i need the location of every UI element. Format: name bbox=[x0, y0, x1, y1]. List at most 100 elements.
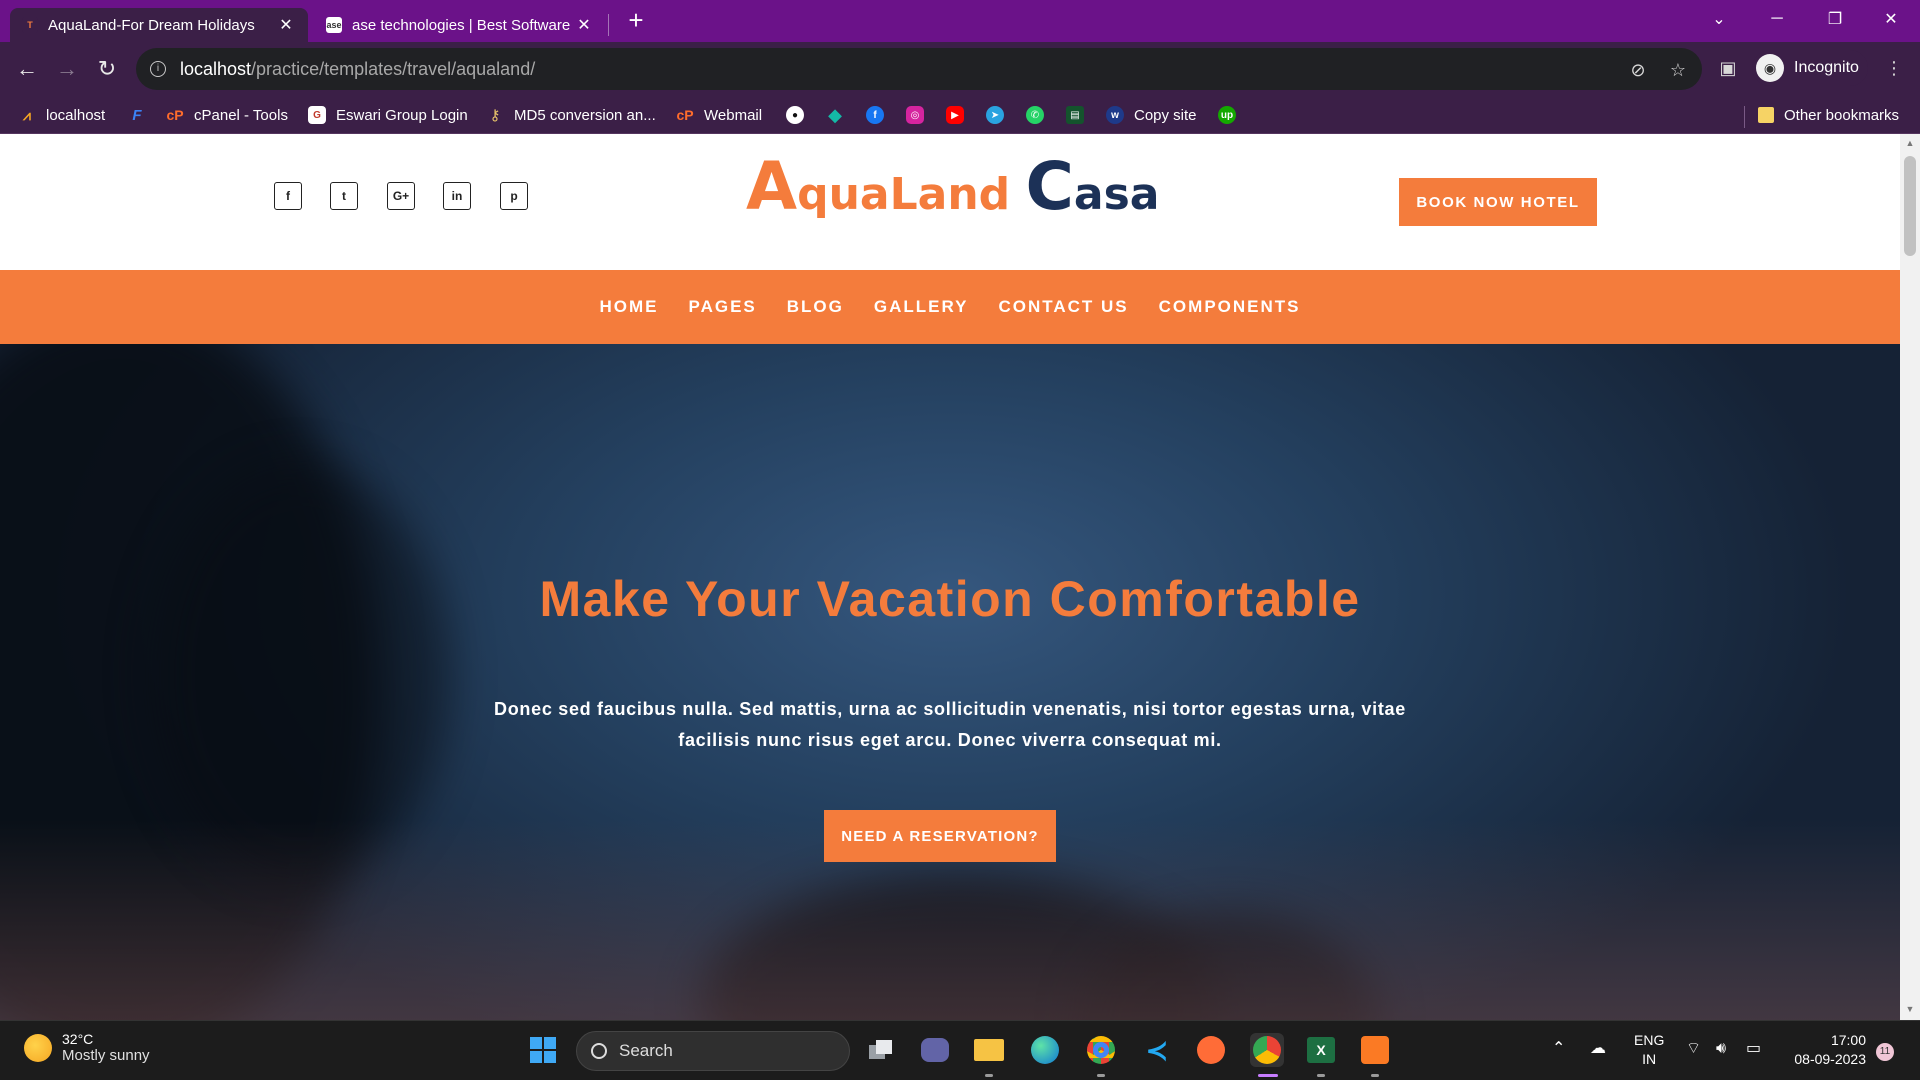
incognito-icon: ◉ bbox=[1756, 54, 1784, 82]
bookmark-cpanel-tools[interactable]: cP cPanel - Tools bbox=[166, 104, 288, 126]
nav-blog[interactable]: BLOG bbox=[787, 297, 844, 317]
back-arrow-icon[interactable]: ← bbox=[12, 54, 42, 84]
hero-description: Donec sed faucibus nulla. Sed mattis, ur… bbox=[494, 699, 1406, 750]
bookmark-github[interactable]: ● bbox=[786, 104, 804, 126]
bookmark-whatsapp[interactable]: ✆ bbox=[1026, 104, 1044, 126]
taskbar-search-box[interactable]: Search bbox=[576, 1031, 850, 1071]
edge-browser-icon[interactable] bbox=[1028, 1033, 1062, 1067]
language-code: ENG bbox=[1634, 1032, 1665, 1048]
bookmark-youtube[interactable]: ▶ bbox=[946, 104, 964, 126]
reload-icon[interactable]: ↻ bbox=[92, 54, 122, 84]
nav-gallery[interactable]: GALLERY bbox=[874, 297, 969, 317]
telegram-icon: ➤ bbox=[986, 106, 1004, 124]
google-plus-social-icon[interactable]: G+ bbox=[387, 182, 415, 210]
other-bookmarks-folder[interactable]: Other bookmarks bbox=[1758, 104, 1899, 126]
active-app-indicator bbox=[1258, 1074, 1278, 1077]
site-info-icon[interactable]: i bbox=[150, 61, 166, 77]
incognito-profile-button[interactable]: ◉ Incognito bbox=[1752, 50, 1868, 86]
f-icon: F bbox=[132, 106, 142, 124]
star-bookmark-icon[interactable]: ☆ bbox=[1666, 58, 1690, 82]
address-bar[interactable]: i localhost/practice/templates/travel/aq… bbox=[136, 48, 1702, 90]
bookmark-upwork[interactable]: up bbox=[1218, 104, 1236, 126]
side-panel-icon[interactable]: ▣ bbox=[1716, 56, 1740, 80]
youtube-icon: ▶ bbox=[946, 106, 964, 124]
nav-components[interactable]: COMPONENTS bbox=[1159, 297, 1301, 317]
close-window-button[interactable]: ✕ bbox=[1862, 0, 1920, 38]
bookmark-f[interactable]: F bbox=[128, 104, 146, 126]
battery-icon[interactable]: ▭ bbox=[1746, 1039, 1761, 1058]
page-viewport: f t G+ in p AquaLand Casa BOOK NOW HOTEL… bbox=[0, 134, 1900, 1020]
vscode-icon[interactable]: ≺ bbox=[1140, 1033, 1174, 1067]
tab-aqualand[interactable]: T AquaLand-For Dream Holidays ✕ bbox=[10, 8, 308, 42]
bookmark-localhost[interactable]: ⩘ localhost bbox=[18, 104, 105, 126]
github-icon: ● bbox=[786, 106, 804, 124]
task-view-icon[interactable] bbox=[864, 1033, 898, 1067]
bookmark-copy-site[interactable]: w Copy site bbox=[1106, 104, 1197, 126]
sunny-weather-icon bbox=[24, 1033, 52, 1062]
file-explorer-icon[interactable] bbox=[972, 1033, 1006, 1067]
menu-kebab-icon[interactable]: ⋮ bbox=[1882, 56, 1906, 80]
bookmark-diamond[interactable]: ◆ bbox=[826, 104, 844, 126]
bookmark-facebook[interactable]: f bbox=[866, 104, 884, 126]
folder-icon bbox=[1758, 107, 1774, 123]
bookmark-eswari-group-login[interactable]: G Eswari Group Login bbox=[308, 104, 468, 126]
bookmark-webmail[interactable]: cP Webmail bbox=[676, 104, 762, 126]
book-now-hotel-button[interactable]: BOOK NOW HOTEL bbox=[1399, 178, 1597, 226]
excel-icon[interactable]: X bbox=[1304, 1033, 1338, 1067]
scroll-up-arrow-icon[interactable]: ▲ bbox=[1905, 138, 1915, 148]
clock[interactable]: 17:00 08-09-2023 bbox=[1786, 1031, 1866, 1069]
linkedin-social-icon[interactable]: in bbox=[443, 182, 471, 210]
volume-icon[interactable]: 🔊︎ bbox=[1716, 1039, 1726, 1058]
page-scrollbar[interactable]: ▲ ▼ bbox=[1900, 134, 1920, 1020]
scrollbar-thumb[interactable] bbox=[1904, 156, 1916, 256]
bookmark-md5-conversion[interactable]: ⚷ MD5 conversion an... bbox=[486, 104, 656, 126]
new-tab-button[interactable]: + bbox=[622, 6, 650, 34]
e-icon: G bbox=[308, 106, 326, 124]
search-icon bbox=[591, 1043, 607, 1059]
weather-widget[interactable]: 32°C Mostly sunny bbox=[24, 1031, 150, 1064]
tab-title: AquaLand-For Dream Holidays bbox=[48, 16, 255, 34]
xampp-icon[interactable] bbox=[1358, 1033, 1392, 1067]
windows-start-icon[interactable] bbox=[526, 1033, 560, 1067]
wifi-icon[interactable]: ⌔ bbox=[1686, 1039, 1701, 1058]
localhost-logo-icon: ⩘ bbox=[23, 106, 31, 123]
eye-off-icon[interactable]: ⊘ bbox=[1626, 58, 1650, 82]
close-tab-icon[interactable]: ✕ bbox=[276, 15, 296, 35]
chrome-icon[interactable] bbox=[1084, 1033, 1118, 1067]
language-indicator[interactable]: ENG IN bbox=[1634, 1031, 1664, 1069]
minimize-button[interactable]: ─ bbox=[1748, 0, 1806, 38]
cpanel-icon: cP bbox=[676, 107, 694, 123]
bookmark-telegram[interactable]: ➤ bbox=[986, 104, 1004, 126]
whatsapp-icon: ✆ bbox=[1026, 106, 1044, 124]
forward-arrow-icon[interactable]: → bbox=[52, 54, 82, 84]
bookmark-green-site[interactable]: ▤ bbox=[1066, 104, 1084, 126]
bookmark-instagram[interactable]: ◎ bbox=[906, 104, 924, 126]
notification-badge[interactable]: 11 bbox=[1876, 1043, 1894, 1061]
facebook-social-icon[interactable]: f bbox=[274, 182, 302, 210]
need-reservation-button[interactable]: NEED A RESERVATION? bbox=[824, 810, 1056, 862]
bookmark-label: localhost bbox=[46, 106, 106, 124]
close-tab-icon[interactable]: ✕ bbox=[574, 15, 594, 35]
logo-initial-a: A bbox=[746, 148, 798, 225]
tab-ase-technologies[interactable]: ase ase technologies | Best Software ✕ bbox=[314, 8, 606, 42]
scroll-down-arrow-icon[interactable]: ▼ bbox=[1905, 1004, 1915, 1014]
nav-home[interactable]: HOME bbox=[600, 297, 659, 317]
hero-title: Make Your Vacation Comfortable bbox=[539, 571, 1361, 627]
teams-chat-icon[interactable] bbox=[918, 1033, 952, 1067]
bookmarks-bar: ⩘ localhost F cP cPanel - Tools G Eswari… bbox=[0, 96, 1920, 134]
pinterest-social-icon[interactable]: p bbox=[500, 182, 528, 210]
postman-icon[interactable] bbox=[1194, 1033, 1228, 1067]
nav-pages[interactable]: PAGES bbox=[689, 297, 757, 317]
site-logo[interactable]: AquaLand Casa bbox=[746, 148, 1160, 225]
tab-search-icon[interactable]: ⌄ bbox=[1690, 0, 1748, 38]
hero-banner: Make Your Vacation Comfortable Donec sed… bbox=[0, 344, 1900, 1020]
twitter-social-icon[interactable]: t bbox=[330, 182, 358, 210]
chrome-incognito-icon[interactable] bbox=[1250, 1033, 1284, 1067]
logo-initial-c: C bbox=[1025, 148, 1074, 225]
show-hidden-icons-chevron-icon[interactable]: ⌃ bbox=[1552, 1039, 1565, 1058]
browser-toolbar: ← → ↻ i localhost/practice/templates/tra… bbox=[0, 42, 1920, 96]
nav-contact-us[interactable]: CONTACT US bbox=[998, 297, 1128, 317]
onedrive-cloud-icon[interactable]: ☁ bbox=[1590, 1039, 1606, 1058]
cpanel-icon: cP bbox=[166, 107, 184, 123]
restore-button[interactable]: ❐ bbox=[1806, 0, 1864, 38]
